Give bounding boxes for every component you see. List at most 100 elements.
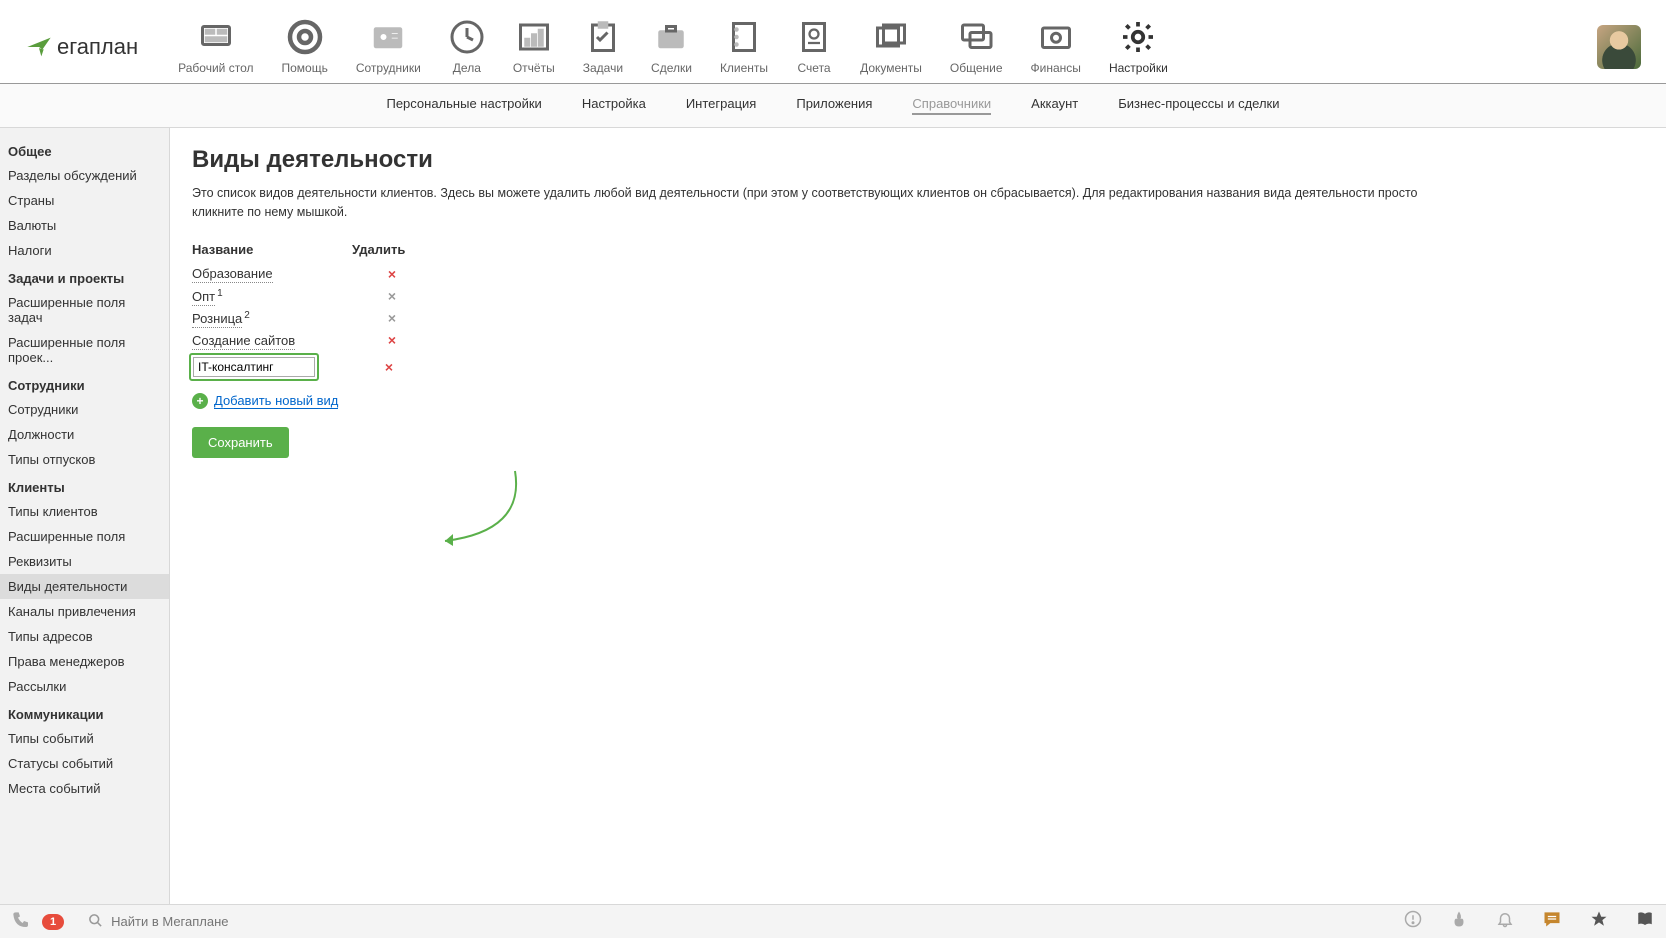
activity-row: Розница2 × [192, 307, 1644, 329]
page-description: Это список видов деятельности клиентов. … [192, 184, 1442, 222]
chat-icon [958, 19, 994, 55]
sidebar-item[interactable]: Страны [0, 188, 169, 213]
sidebar-item[interactable]: Типы событий [0, 726, 169, 751]
nav-reports[interactable]: Отчёты [513, 19, 555, 75]
alert-icon[interactable] [1404, 910, 1422, 933]
sidebar-item[interactable]: Типы отпусков [0, 447, 169, 472]
delete-new-row-icon[interactable]: × [385, 359, 393, 375]
star-icon[interactable] [1590, 910, 1608, 933]
nav-label: Клиенты [720, 61, 768, 75]
finance-icon [1038, 19, 1074, 55]
sidebar-item[interactable]: Статусы событий [0, 751, 169, 776]
plus-icon: + [192, 393, 208, 409]
nav-finance[interactable]: Финансы [1031, 19, 1081, 75]
nav-label: Задачи [583, 61, 623, 75]
logo-icon [25, 33, 53, 61]
sub-navigation: Персональные настройки Настройка Интеграци… [0, 84, 1666, 128]
logo[interactable]: егаплан [25, 33, 138, 61]
page-title: Виды деятельности [192, 146, 1644, 174]
activity-name[interactable]: Образование [192, 266, 273, 283]
nav-deals[interactable]: Сделки [651, 19, 692, 75]
bell-icon[interactable] [1496, 910, 1514, 933]
sidebar-item[interactable]: Каналы привлечения [0, 599, 169, 624]
sidebar-header: Сотрудники [0, 370, 169, 397]
nav-clock[interactable]: Дела [449, 19, 485, 75]
subnav-item[interactable]: Справочники [912, 96, 991, 115]
comment-icon[interactable] [1542, 909, 1562, 934]
subnav-item[interactable]: Настройка [582, 96, 646, 115]
new-activity-input[interactable] [193, 357, 315, 377]
settings-icon [1120, 19, 1156, 55]
flame-icon[interactable] [1450, 910, 1468, 933]
delete-icon[interactable]: × [388, 310, 396, 326]
notification-badge[interactable]: 1 [42, 914, 64, 930]
user-avatar[interactable] [1597, 25, 1641, 69]
book-icon[interactable] [1636, 910, 1654, 933]
sidebar-item[interactable]: Виды деятельности [0, 574, 169, 599]
nav-label: Общение [950, 61, 1003, 75]
main-content: Виды деятельности Это список видов деяте… [170, 128, 1666, 904]
subnav-item[interactable]: Приложения [796, 96, 872, 115]
sidebar-item[interactable]: Расширенные поля проек... [0, 330, 169, 370]
sidebar-item[interactable]: Расширенные поля задач [0, 290, 169, 330]
subnav-item[interactable]: Персональные настройки [386, 96, 541, 115]
subnav-item[interactable]: Интеграция [686, 96, 757, 115]
nav-chat[interactable]: Общение [950, 19, 1003, 75]
desktop-icon [198, 19, 234, 55]
nav-clients[interactable]: Клиенты [720, 19, 768, 75]
sidebar-item[interactable]: Сотрудники [0, 397, 169, 422]
activity-name[interactable]: Опт [192, 289, 215, 306]
sidebar-item[interactable]: Валюты [0, 213, 169, 238]
bottom-bar: 1 [0, 904, 1666, 938]
employees-icon [370, 19, 406, 55]
delete-icon[interactable]: × [388, 288, 396, 304]
nav-label: Помощь [281, 61, 327, 75]
sidebar-item[interactable]: Рассылки [0, 674, 169, 699]
subnav-item[interactable]: Бизнес-процессы и сделки [1118, 96, 1279, 115]
nav-employees[interactable]: Сотрудники [356, 19, 421, 75]
activity-name[interactable]: Розница [192, 311, 242, 328]
new-activity-input-wrap [189, 353, 319, 381]
add-new-activity-link[interactable]: + Добавить новый вид [192, 393, 1644, 409]
sidebar-header: Коммуникации [0, 699, 169, 726]
nav-label: Сотрудники [356, 61, 421, 75]
activity-name[interactable]: Создание сайтов [192, 333, 295, 350]
nav-label: Сделки [651, 61, 692, 75]
nav-label: Дела [453, 61, 481, 75]
sidebar-item[interactable]: Права менеджеров [0, 649, 169, 674]
sidebar-item[interactable]: Места событий [0, 776, 169, 801]
nav-help[interactable]: Помощь [281, 19, 327, 75]
activity-count: 2 [244, 310, 250, 321]
subnav-item[interactable]: Аккаунт [1031, 96, 1078, 115]
nav-desktop[interactable]: Рабочий стол [178, 19, 253, 75]
sidebar-item[interactable]: Разделы обсуждений [0, 163, 169, 188]
nav-invoice[interactable]: Счета [796, 19, 832, 75]
column-header-delete: Удалить [352, 242, 432, 257]
tasks-icon [585, 19, 621, 55]
sidebar-item[interactable]: Типы клиентов [0, 499, 169, 524]
delete-icon[interactable]: × [388, 332, 396, 348]
sidebar-item[interactable]: Расширенные поля [0, 524, 169, 549]
sidebar-header: Клиенты [0, 472, 169, 499]
invoice-icon [796, 19, 832, 55]
nav-tasks[interactable]: Задачи [583, 19, 623, 75]
clients-icon [726, 19, 762, 55]
activity-row: Опт1× [192, 285, 1644, 307]
delete-icon[interactable]: × [388, 266, 396, 282]
nav-documents[interactable]: Документы [860, 19, 922, 75]
phone-icon[interactable] [12, 911, 28, 932]
sidebar-item[interactable]: Налоги [0, 238, 169, 263]
search-icon [88, 913, 103, 931]
sidebar-item[interactable]: Должности [0, 422, 169, 447]
sidebar-item[interactable]: Типы адресов [0, 624, 169, 649]
sidebar-header: Задачи и проекты [0, 263, 169, 290]
global-search-input[interactable] [111, 914, 411, 929]
nav-settings[interactable]: Настройки [1109, 19, 1168, 75]
top-navigation: егаплан Рабочий стол Помощь Сотрудники Дела… [0, 0, 1666, 84]
clock-icon [449, 19, 485, 55]
add-link-label: Добавить новый вид [214, 393, 338, 409]
save-button[interactable]: Сохранить [192, 427, 289, 458]
deals-icon [653, 19, 689, 55]
nav-label: Счета [798, 61, 831, 75]
sidebar-item[interactable]: Реквизиты [0, 549, 169, 574]
